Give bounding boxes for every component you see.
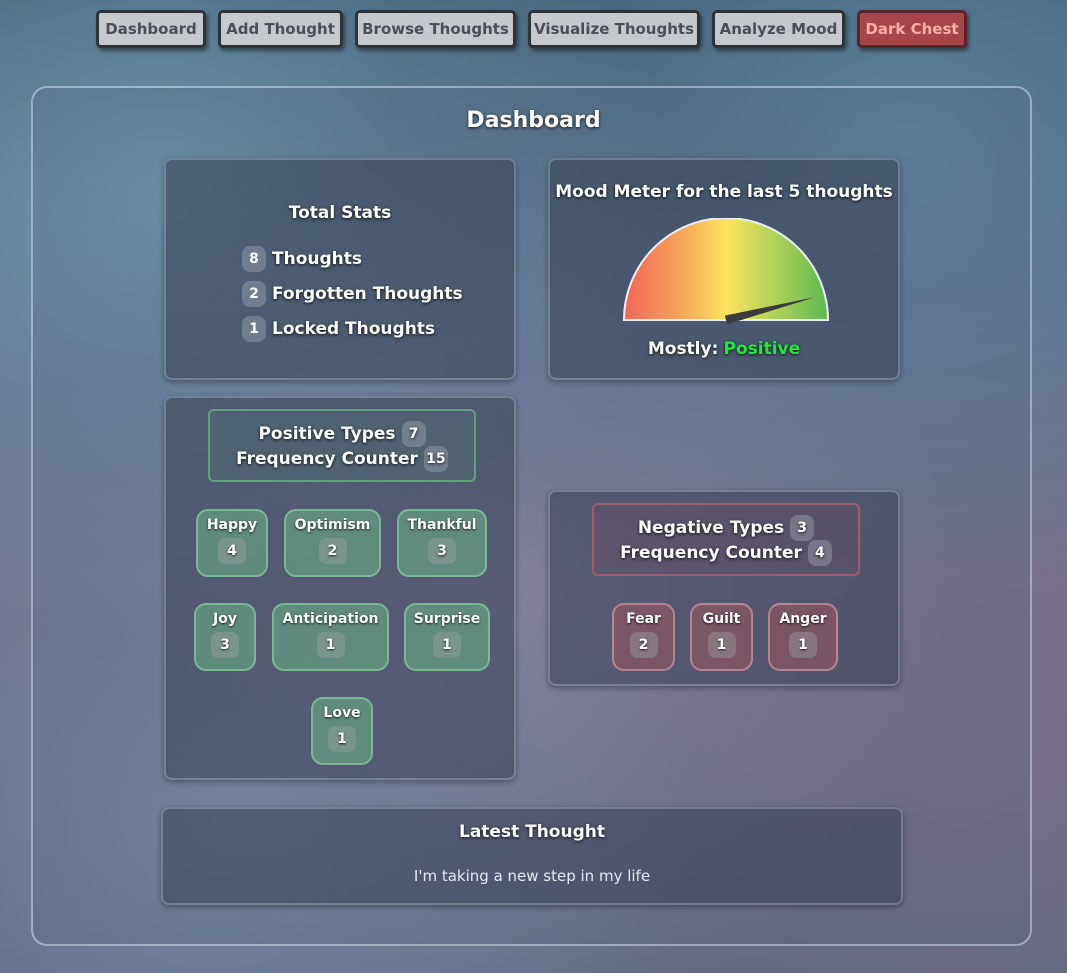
emotion-label: Guilt: [702, 611, 741, 627]
emotion-label: Thankful: [407, 517, 477, 533]
emotion-count: 1: [316, 632, 345, 658]
mood-meter-card: Mood Meter for the last 5 thoughts Mostl…: [548, 158, 900, 380]
nav-add-thought-button[interactable]: Add Thought: [218, 10, 343, 48]
page-title: Dashboard: [466, 108, 601, 133]
nav-visualize-thoughts-button[interactable]: Visualize Thoughts: [528, 10, 700, 48]
emotion-count: 2: [318, 538, 347, 564]
emotion-count: 1: [328, 726, 356, 752]
emotion-count: 2: [629, 632, 658, 658]
emotion-chip-thankful[interactable]: Thankful 3: [397, 509, 487, 577]
positive-counter-box: Positive Types 7 Frequency Counter 15: [208, 409, 476, 482]
emotion-count: 1: [707, 632, 736, 658]
emotion-label: Optimism: [294, 517, 371, 533]
emotion-label: Happy: [206, 517, 258, 533]
positive-types-label: Positive Types: [258, 423, 396, 444]
emotion-label: Anticipation: [282, 611, 379, 627]
mood-gauge: [622, 218, 830, 324]
emotion-label: Love: [323, 705, 361, 721]
negative-types-line: Negative Types 3: [594, 514, 858, 541]
emotion-chip-anticipation[interactable]: Anticipation 1: [272, 603, 389, 671]
emotion-count: 4: [218, 538, 246, 564]
mood-meter-title: Mood Meter for the last 5 thoughts: [555, 182, 893, 202]
negative-types-card: Negative Types 3 Frequency Counter 4 Fea…: [548, 490, 900, 686]
negative-frequency-label: Frequency Counter: [620, 542, 802, 563]
emotion-chip-joy[interactable]: Joy 3: [194, 603, 256, 671]
emotion-label: Fear: [626, 611, 661, 627]
emotion-chip-surprise[interactable]: Surprise 1: [404, 603, 490, 671]
emotion-label: Anger: [779, 611, 827, 627]
stat-row-thoughts: 8 Thoughts: [242, 246, 362, 272]
mood-summary-prefix: Mostly:: [647, 339, 719, 359]
latest-thought-text: I'm taking a new step in my life: [413, 867, 651, 885]
latest-thought-title: Latest Thought: [458, 822, 605, 842]
stat-label: Thoughts: [272, 249, 362, 269]
stat-label: Forgotten Thoughts: [272, 284, 463, 304]
total-stats-card: Total Stats 8 Thoughts 2 Forgotten Thoug…: [164, 158, 516, 380]
emotion-chip-optimism[interactable]: Optimism 2: [284, 509, 381, 577]
nav-browse-thoughts-button[interactable]: Browse Thoughts: [355, 10, 516, 48]
emotion-chip-love[interactable]: Love 1: [311, 697, 373, 765]
positive-frequency-line: Frequency Counter 15: [210, 445, 474, 472]
emotion-chip-fear[interactable]: Fear 2: [612, 603, 675, 671]
stat-row-locked: 1 Locked Thoughts: [242, 316, 435, 342]
emotion-count: 1: [433, 632, 461, 658]
positive-types-card: Positive Types 7 Frequency Counter 15 Ha…: [164, 396, 516, 780]
emotion-label: Joy: [213, 611, 237, 627]
emotion-chip-guilt[interactable]: Guilt 1: [690, 603, 753, 671]
emotion-count: 1: [789, 632, 817, 658]
nav-dark-chest-button[interactable]: Dark Chest: [857, 10, 967, 48]
emotion-count: 3: [428, 538, 456, 564]
total-stats-title: Total Stats: [288, 203, 392, 223]
emotion-chip-anger[interactable]: Anger 1: [768, 603, 838, 671]
stat-label: Locked Thoughts: [272, 319, 436, 339]
stat-count-badge: 2: [242, 281, 266, 307]
stat-count-badge: 8: [242, 246, 266, 272]
emotion-label: Surprise: [413, 611, 481, 627]
negative-types-label: Negative Types: [637, 517, 785, 538]
emotion-count: 3: [211, 632, 239, 658]
negative-types-badge: 3: [790, 514, 815, 541]
positive-frequency-label: Frequency Counter: [236, 448, 418, 469]
stat-count-badge: 1: [242, 316, 266, 342]
nav-analyze-mood-button[interactable]: Analyze Mood: [712, 10, 845, 48]
latest-thought-card: Latest Thought I'm taking a new step in …: [161, 807, 903, 905]
emotion-chip-happy[interactable]: Happy 4: [196, 509, 268, 577]
negative-frequency-line: Frequency Counter 4: [594, 539, 858, 566]
mood-summary-value: Positive: [723, 339, 801, 359]
stat-row-forgotten: 2 Forgotten Thoughts: [242, 281, 463, 307]
mood-summary: Mostly: Positive: [550, 339, 898, 359]
positive-types-badge: 7: [401, 420, 426, 447]
top-nav: Dashboard Add Thought Browse Thoughts Vi…: [0, 10, 1067, 54]
nav-dashboard-button[interactable]: Dashboard: [96, 10, 206, 48]
positive-types-line: Positive Types 7: [210, 420, 474, 447]
positive-frequency-badge: 15: [423, 445, 448, 472]
negative-frequency-badge: 4: [807, 539, 832, 566]
negative-counter-box: Negative Types 3 Frequency Counter 4: [592, 503, 860, 576]
gauge-arc: [622, 218, 830, 321]
